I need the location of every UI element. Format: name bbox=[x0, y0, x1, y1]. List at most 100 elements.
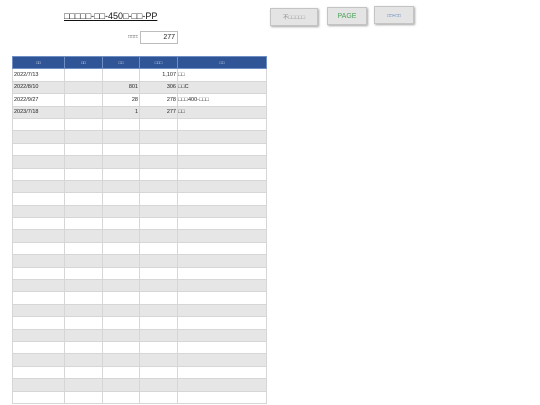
inventory-button[interactable]: 不□□□□□ bbox=[270, 8, 318, 26]
table-cell[interactable] bbox=[139, 241, 178, 256]
table-cell[interactable] bbox=[12, 241, 65, 256]
table-cell[interactable] bbox=[12, 254, 65, 268]
table-cell[interactable] bbox=[177, 179, 267, 194]
table-cell[interactable] bbox=[139, 279, 178, 293]
table-cell[interactable] bbox=[102, 365, 140, 380]
table-cell[interactable] bbox=[139, 179, 178, 194]
table-cell[interactable] bbox=[64, 117, 103, 132]
table-cell[interactable] bbox=[177, 378, 267, 392]
table-cell[interactable] bbox=[102, 266, 140, 281]
table-cell[interactable] bbox=[64, 155, 103, 169]
table-cell[interactable] bbox=[139, 192, 178, 206]
table-cell[interactable]: □□ bbox=[177, 68, 267, 82]
table-cell[interactable] bbox=[64, 241, 103, 256]
table-cell[interactable] bbox=[12, 316, 65, 330]
table-cell[interactable] bbox=[64, 316, 103, 330]
table-cell[interactable] bbox=[177, 241, 267, 256]
page-button[interactable]: PAGE bbox=[327, 7, 367, 25]
table-cell[interactable] bbox=[12, 378, 65, 392]
table-cell[interactable] bbox=[12, 167, 65, 181]
table-cell[interactable] bbox=[102, 179, 140, 194]
table-cell[interactable] bbox=[12, 390, 65, 404]
table-cell[interactable] bbox=[64, 291, 103, 305]
table-cell[interactable] bbox=[102, 303, 140, 318]
table-cell[interactable] bbox=[139, 217, 178, 231]
table-cell[interactable] bbox=[64, 365, 103, 380]
table-cell[interactable] bbox=[177, 192, 267, 206]
table-cell[interactable] bbox=[64, 229, 103, 243]
table-cell[interactable]: 2022/9/27 bbox=[12, 93, 65, 107]
table-cell[interactable] bbox=[102, 340, 140, 355]
table-cell[interactable]: 2023/7/18 bbox=[12, 105, 65, 119]
table-cell[interactable]: □□□400-□□□ bbox=[177, 93, 267, 107]
table-cell[interactable] bbox=[64, 328, 103, 343]
table-cell[interactable] bbox=[139, 353, 178, 367]
table-cell[interactable] bbox=[12, 266, 65, 281]
table-cell[interactable] bbox=[102, 117, 140, 132]
table-cell[interactable] bbox=[12, 117, 65, 132]
table-cell[interactable] bbox=[139, 266, 178, 281]
table-cell[interactable] bbox=[102, 204, 140, 219]
table-cell[interactable] bbox=[177, 340, 267, 355]
table-cell[interactable] bbox=[64, 217, 103, 231]
table-cell[interactable] bbox=[64, 204, 103, 219]
table-cell[interactable] bbox=[12, 340, 65, 355]
table-cell[interactable] bbox=[177, 328, 267, 343]
table-cell[interactable] bbox=[177, 254, 267, 268]
table-cell[interactable] bbox=[64, 167, 103, 181]
table-cell[interactable] bbox=[177, 390, 267, 404]
add-entry-button[interactable]: □□+□□ bbox=[374, 6, 414, 24]
table-cell[interactable] bbox=[102, 316, 140, 330]
table-cell[interactable] bbox=[12, 142, 65, 157]
table-cell[interactable] bbox=[139, 130, 178, 144]
table-cell[interactable] bbox=[12, 365, 65, 380]
table-cell[interactable] bbox=[139, 167, 178, 181]
table-cell[interactable] bbox=[64, 378, 103, 392]
table-cell[interactable] bbox=[12, 353, 65, 367]
table-cell[interactable] bbox=[102, 217, 140, 231]
table-cell[interactable] bbox=[139, 142, 178, 157]
table-cell[interactable] bbox=[177, 204, 267, 219]
table-cell[interactable] bbox=[64, 303, 103, 318]
table-cell[interactable] bbox=[64, 266, 103, 281]
table-cell[interactable] bbox=[102, 68, 140, 82]
table-cell[interactable] bbox=[64, 279, 103, 293]
table-cell[interactable] bbox=[102, 241, 140, 256]
table-cell[interactable] bbox=[12, 328, 65, 343]
table-cell[interactable] bbox=[177, 266, 267, 281]
table-cell[interactable] bbox=[12, 179, 65, 194]
table-cell[interactable] bbox=[102, 142, 140, 157]
table-cell[interactable] bbox=[177, 142, 267, 157]
table-cell[interactable] bbox=[64, 192, 103, 206]
table-cell[interactable]: 306 bbox=[139, 80, 178, 95]
table-cell[interactable] bbox=[177, 130, 267, 144]
table-cell[interactable] bbox=[139, 229, 178, 243]
table-cell[interactable] bbox=[102, 130, 140, 144]
table-cell[interactable] bbox=[64, 130, 103, 144]
table-cell[interactable]: 1,107 bbox=[139, 68, 178, 82]
table-cell[interactable] bbox=[139, 291, 178, 305]
table-cell[interactable] bbox=[12, 192, 65, 206]
table-cell[interactable] bbox=[64, 340, 103, 355]
table-cell[interactable] bbox=[102, 254, 140, 268]
table-cell[interactable]: 1 bbox=[102, 105, 140, 119]
table-cell[interactable] bbox=[177, 365, 267, 380]
table-cell[interactable] bbox=[177, 117, 267, 132]
table-cell[interactable] bbox=[102, 390, 140, 404]
table-cell[interactable]: 278 bbox=[139, 93, 178, 107]
table-cell[interactable] bbox=[139, 303, 178, 318]
table-cell[interactable] bbox=[102, 291, 140, 305]
table-cell[interactable]: 28 bbox=[102, 93, 140, 107]
table-cell[interactable] bbox=[139, 204, 178, 219]
table-cell[interactable] bbox=[12, 303, 65, 318]
table-cell[interactable] bbox=[64, 105, 103, 119]
table-cell[interactable] bbox=[64, 254, 103, 268]
table-cell[interactable] bbox=[177, 229, 267, 243]
table-cell[interactable]: 2022/8/10 bbox=[12, 80, 65, 95]
table-cell[interactable] bbox=[139, 378, 178, 392]
table-cell[interactable] bbox=[64, 93, 103, 107]
table-cell[interactable] bbox=[177, 353, 267, 367]
table-cell[interactable] bbox=[12, 155, 65, 169]
table-cell[interactable] bbox=[102, 155, 140, 169]
table-cell[interactable] bbox=[139, 340, 178, 355]
